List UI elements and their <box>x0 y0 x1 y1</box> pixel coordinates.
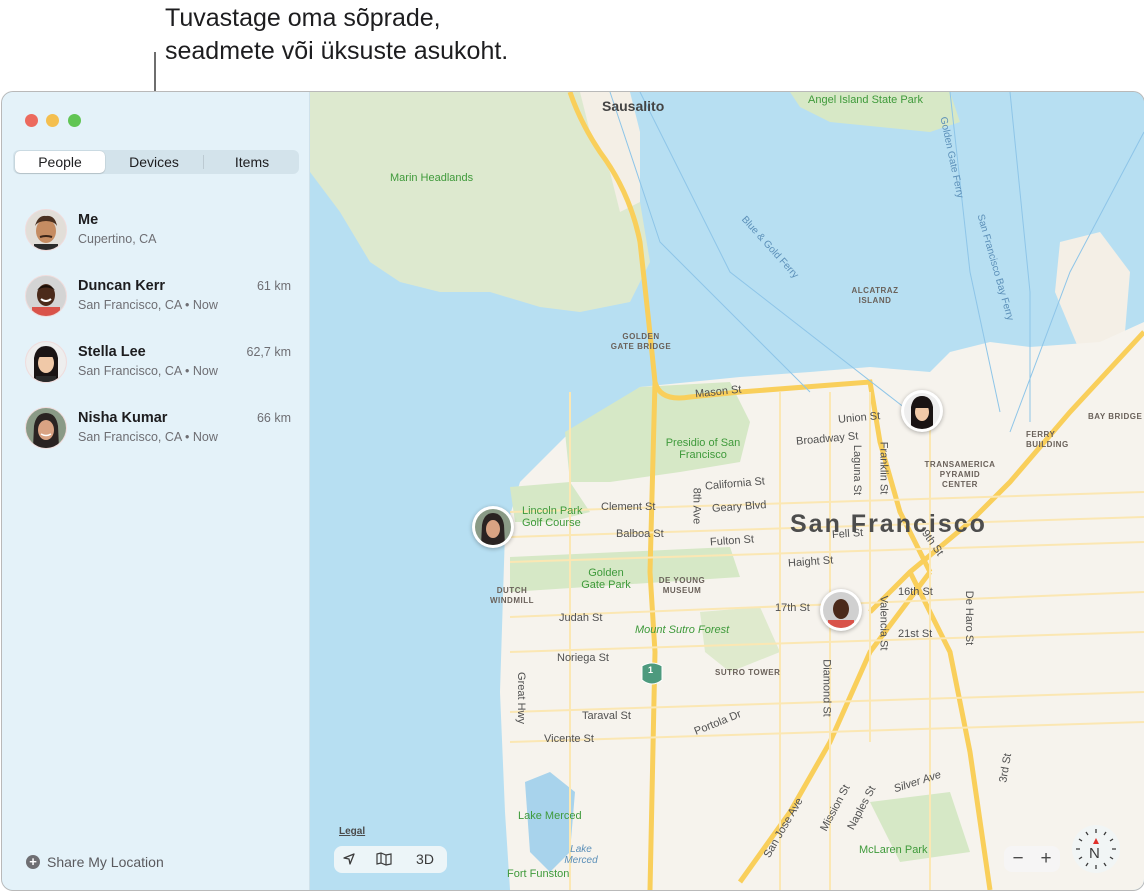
label-golden-gate-park: Golden Gate Park <box>581 567 631 591</box>
label-angel-island: Angel Island State Park <box>808 94 923 106</box>
label-alcatraz-island: ALCATRAZ ISLAND <box>851 286 899 305</box>
label-bay-bridge: BAY BRIDGE <box>1088 412 1143 421</box>
label-sausalito: Sausalito <box>602 98 665 114</box>
person-distance: 66 km <box>256 411 291 425</box>
map-background <box>310 92 1144 890</box>
avatar-stella-lee <box>25 341 67 383</box>
label-fort-funston: Fort Funston <box>507 868 570 880</box>
person-list-item-nisha-kumar[interactable]: Nisha Kumar San Francisco, CA • Now 66 k… <box>2 407 309 467</box>
street-label: Vicente St <box>544 733 594 745</box>
street-label: 17th St <box>775 602 810 614</box>
label-dutch-windmill: DUTCH WINDMILL <box>490 586 534 605</box>
street-label: 21st St <box>898 628 933 640</box>
map-view[interactable]: Sausalito San Francisco Marin Headlands … <box>310 92 1144 890</box>
find-my-window: People Devices Items Me Cupertino, CA Du… <box>1 91 1144 891</box>
street-label: Franklin St <box>877 441 890 495</box>
person-name: Nisha Kumar <box>78 410 168 426</box>
location-arrow-icon[interactable] <box>342 846 364 873</box>
label-mount-sutro-forest: Mount Sutro Forest <box>635 624 730 636</box>
map-controls: 3D <box>334 846 447 873</box>
map-pin-duncan-kerr[interactable] <box>820 589 862 631</box>
map-pin-nisha-kumar[interactable] <box>472 506 514 548</box>
label-golden-gate-bridge: GOLDEN GATE BRIDGE <box>610 332 672 351</box>
street-label: Judah St <box>559 612 603 624</box>
street-label: Taraval St <box>582 710 631 722</box>
street-label: Diamond St <box>820 659 833 717</box>
person-name: Duncan Kerr <box>78 278 166 294</box>
person-list-item-stella-lee[interactable]: Stella Lee San Francisco, CA • Now 62,7 … <box>2 341 309 401</box>
compass-button[interactable]: N <box>1072 825 1120 873</box>
street-label: Fell St <box>831 526 864 542</box>
legal-link[interactable]: Legal <box>339 826 365 837</box>
callout-line-1: Tuvastage oma sõprade, <box>165 4 441 32</box>
tab-devices[interactable]: Devices <box>109 151 199 173</box>
minimize-button[interactable] <box>46 114 59 127</box>
close-button[interactable] <box>25 114 38 127</box>
label-presidio: Presidio of San Francisco <box>665 437 741 461</box>
tab-people[interactable]: People <box>15 151 105 173</box>
person-location: San Francisco, CA • Now <box>78 430 218 444</box>
map-pin-stella-lee[interactable] <box>901 390 943 432</box>
street-label: 16th St <box>898 586 933 598</box>
sidebar: People Devices Items Me Cupertino, CA Du… <box>2 92 310 890</box>
label-de-young-museum: DE YOUNG MUSEUM <box>658 576 706 595</box>
3d-button[interactable]: 3D <box>410 846 440 873</box>
street-label: Clement St <box>601 501 656 513</box>
street-label: Valencia St <box>877 595 890 651</box>
street-label: Noriega St <box>557 652 609 664</box>
street-label: 8th Ave <box>690 487 703 525</box>
tab-divider <box>203 155 204 169</box>
person-location: San Francisco, CA • Now <box>78 364 218 378</box>
person-location: Cupertino, CA <box>78 232 157 246</box>
street-label: Balboa St <box>616 528 664 540</box>
street-label: Great Hwy <box>514 672 527 724</box>
person-location: San Francisco, CA • Now <box>78 298 218 312</box>
callout-text: Tuvastage oma sõprade, seadmete või üksu… <box>165 2 508 68</box>
label-sutro-tower: SUTRO TOWER <box>715 668 781 677</box>
label-lake-merced: Lake Merced <box>518 810 582 822</box>
street-label: De Haro St <box>963 590 976 646</box>
label-lincoln-park: Lincoln Park Golf Course <box>522 505 583 529</box>
zoom-button[interactable] <box>68 114 81 127</box>
share-my-location-label: Share My Location <box>47 854 164 870</box>
tab-segmented-control: People Devices Items <box>13 150 299 174</box>
person-list-item-duncan-kerr[interactable]: Duncan Kerr San Francisco, CA • Now 61 k… <box>2 275 309 335</box>
zoom-out-button[interactable]: − <box>1004 846 1032 872</box>
plus-circle-icon: + <box>26 855 40 869</box>
street-label: Laguna St <box>851 444 864 496</box>
tab-items[interactable]: Items <box>207 151 297 173</box>
person-list-item-me[interactable]: Me Cupertino, CA <box>2 209 309 269</box>
zoom-controls: − + <box>1004 846 1060 872</box>
highway-1-shield: 1 <box>648 665 654 675</box>
label-san-francisco: San Francisco <box>790 510 987 538</box>
zoom-in-button[interactable]: + <box>1032 846 1060 872</box>
avatar-me <box>25 209 67 251</box>
avatar-duncan-kerr <box>25 275 67 317</box>
label-transamerica: TRANSAMERICA PYRAMID CENTER <box>924 460 996 489</box>
label-lake-merced-water: Lake Merced <box>564 844 598 866</box>
label-marin-headlands: Marin Headlands <box>390 172 474 184</box>
person-name: Stella Lee <box>78 344 146 360</box>
map-icon[interactable] <box>376 846 398 873</box>
person-name: Me <box>78 212 99 228</box>
avatar-nisha-kumar <box>25 407 67 449</box>
callout-line-2: seadmete või üksuste asukoht. <box>165 37 509 65</box>
person-distance: 62,7 km <box>246 345 291 359</box>
share-my-location-button[interactable]: + Share My Location <box>26 854 164 870</box>
person-distance: 61 km <box>256 279 291 293</box>
compass-north-label: N <box>1089 845 1100 862</box>
label-ferry-building: FERRY BUILDING <box>1026 430 1069 449</box>
label-mclaren-park: McLaren Park <box>859 844 928 856</box>
